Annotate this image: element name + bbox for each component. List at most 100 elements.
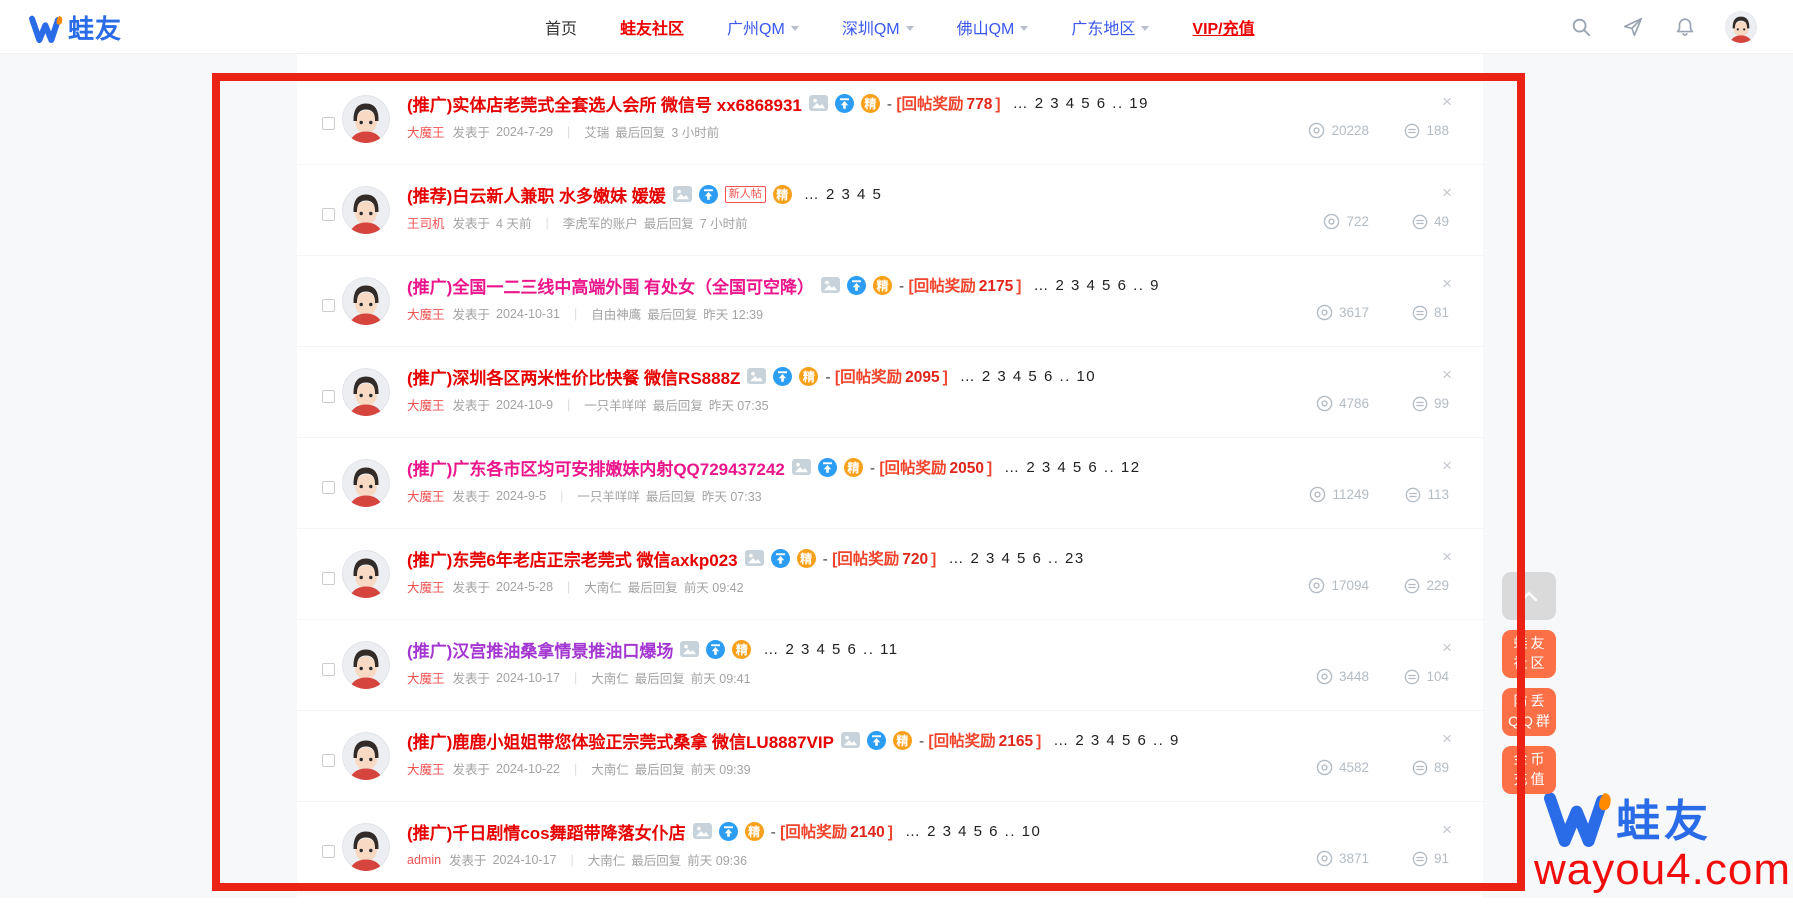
thread-author-avatar[interactable] [342,186,390,234]
side-button-0[interactable]: 蛙友社区 [1502,630,1556,678]
replies-count: 188 [1426,123,1449,138]
thread-author[interactable]: 大魔王 [407,577,445,596]
thread-author[interactable]: 大魔王 [407,304,445,323]
replies-stat: 49 [1391,214,1449,230]
views-count: 3448 [1339,669,1369,684]
replies-count: 91 [1434,851,1449,866]
thread-meta: 大魔王 发表于 2024-10-17 | 大南仁 最后回复 前天 09:41 [407,668,1273,687]
close-icon[interactable]: × [1442,641,1452,655]
last-replier: 大南仁 [591,759,629,778]
close-icon[interactable]: × [1442,823,1452,837]
close-icon[interactable]: × [1442,368,1452,382]
side-button-2[interactable]: 金币充值 [1502,746,1556,794]
chevron-down-icon [1020,26,1028,31]
close-icon[interactable]: × [1442,459,1452,473]
thread-author[interactable]: 大魔王 [407,759,445,778]
back-to-top-button[interactable] [1502,572,1556,620]
thread-author-avatar[interactable] [342,95,390,143]
thread-pagination[interactable]: … 2 3 4 5 6 .. 23 [948,550,1084,567]
user-avatar[interactable] [1725,11,1757,43]
last-replier: 艾瑞 [584,122,609,141]
thread-author-avatar[interactable] [342,641,390,689]
nav-item-6[interactable]: VIP/充值 [1192,15,1254,39]
thread-author-avatar[interactable] [342,732,390,780]
thread-author-avatar[interactable] [342,550,390,598]
thread-author[interactable]: 大魔王 [407,668,445,687]
thread-pagination[interactable]: … 2 3 4 5 6 .. 11 [763,641,898,658]
thread-checkbox[interactable] [322,117,335,130]
reward: - [回帖奖励2050] [870,456,992,478]
last-reply-label: 最后回复 [615,122,665,141]
thread-title[interactable]: (推荐)白云新人兼职 水多嫩妹 媛媛 [407,182,666,207]
meta-divider: | [574,307,577,321]
thread-pagination[interactable]: … 2 3 4 5 6 .. 10 [905,823,1041,840]
replies-stat: 91 [1391,851,1449,867]
thread-author-avatar[interactable] [342,277,390,325]
nav-item-0[interactable]: 首页 [545,15,577,39]
close-icon[interactable]: × [1442,95,1452,109]
thread-pagination[interactable]: … 2 3 4 5 6 .. 10 [960,368,1096,385]
watermark-brand-text: 蛙友 [1616,785,1712,849]
thread-stats: 4786 99 [1273,395,1449,412]
nav-item-2[interactable]: 广州QM [727,15,799,39]
thread-title[interactable]: (推广)全国一二三线中高端外围 有处女（全国可空降） [407,273,814,298]
send-icon[interactable] [1621,15,1645,39]
side-button-label: 社区 [1511,654,1548,674]
thread-author[interactable]: 王司机 [407,213,445,232]
thread-author-avatar[interactable] [342,823,390,871]
thread-pagination[interactable]: … 2 3 4 5 6 .. 19 [1013,95,1149,112]
image-attachment-icon [745,550,764,566]
thread-checkbox[interactable] [322,754,335,767]
thread-title[interactable]: (推广)实体店老莞式全套选人会所 微信号 xx6868931 [407,91,802,116]
last-reply-time: 昨天 07:35 [709,395,769,414]
nav-item-1[interactable]: 蛙友社区 [620,15,684,39]
thread-title[interactable]: (推广)汉宫推油桑拿情景推油口爆场 [407,637,673,662]
nav-item-3[interactable]: 深圳QM [842,15,914,39]
thread-checkbox[interactable] [322,845,335,858]
eye-icon [1308,122,1325,139]
thread-stats: 722 49 [1273,213,1449,230]
side-button-1[interactable]: 防丢QQ群 [1502,688,1556,736]
close-icon[interactable]: × [1442,186,1452,200]
thread-title[interactable]: (推广)千日剧情cos舞蹈带降落女仆店 [407,819,686,844]
thread-checkbox[interactable] [322,299,335,312]
watermark-brand: 蛙友 [1534,785,1791,849]
search-icon[interactable] [1569,15,1593,39]
thread-checkbox[interactable] [322,663,335,676]
thread-author[interactable]: admin [407,853,441,867]
thread-title[interactable]: (推广)广东各市区均可安排嫩妹内射QQ729437242 [407,455,785,480]
thread-title[interactable]: (推广)深圳各区两米性价比快餐 微信RS888Z [407,364,740,389]
last-reply-time: 前天 09:42 [684,577,744,596]
digest-icon: 精 [893,731,912,750]
thread-checkbox[interactable] [322,481,335,494]
chevron-down-icon [791,26,799,31]
thread-author[interactable]: 大魔王 [407,395,445,414]
pinned-icon [699,185,718,204]
thread-pagination[interactable]: … 2 3 4 5 6 .. 12 [1004,459,1140,476]
thread-checkbox[interactable] [322,572,335,585]
thread-checkbox[interactable] [322,208,335,221]
thread-row: (推广)广东各市区均可安排嫩妹内射QQ729437242 精 - [回帖奖励20… [297,438,1483,529]
thread-pagination[interactable]: … 2 3 4 5 [804,186,883,203]
thread-author-avatar[interactable] [342,459,390,507]
thread-author-avatar[interactable] [342,368,390,416]
close-icon[interactable]: × [1442,550,1452,564]
close-icon[interactable]: × [1442,732,1452,746]
thread-pagination[interactable]: … 2 3 4 5 6 .. 9 [1033,277,1160,294]
comment-icon [1412,760,1428,776]
thread-author[interactable]: 大魔王 [407,122,445,141]
pinned-icon [773,367,792,386]
thread-title[interactable]: (推广)东莞6年老店正宗老莞式 微信axkp023 [407,546,738,571]
nav-item-4[interactable]: 佛山QM [957,15,1029,39]
nav-item-5[interactable]: 广东地区 [1071,15,1149,39]
close-icon[interactable]: × [1442,277,1452,291]
posted-label: 发表于 [453,486,491,505]
thread-author[interactable]: 大魔王 [407,486,445,505]
posted-date: 4 天前 [496,213,531,232]
thread-title[interactable]: (推广)鹿鹿小姐姐带您体验正宗莞式桑拿 微信LU8887VIP [407,728,834,753]
thread-pagination[interactable]: … 2 3 4 5 6 .. 9 [1053,732,1180,749]
site-logo[interactable]: 蛙友 [28,9,122,46]
thread-checkbox[interactable] [322,390,335,403]
bell-icon[interactable] [1673,15,1697,39]
nav-item-label: VIP/充值 [1192,15,1254,39]
